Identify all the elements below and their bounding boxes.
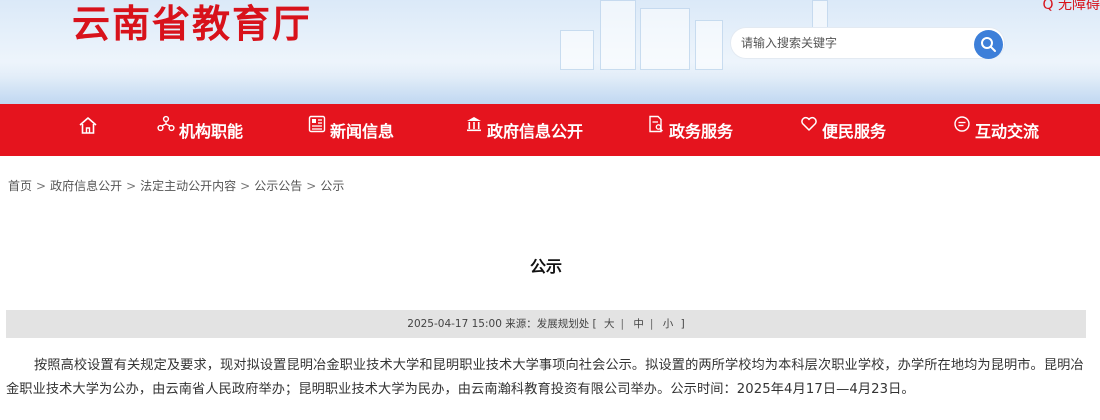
banner-building (695, 20, 723, 70)
main-nav: 机构职能 新闻信息 政府信息公开 政务服务 便民服务 互动交流 (0, 104, 1100, 156)
news-icon (308, 115, 326, 133)
banner-skyline-band (0, 62, 1100, 104)
meta-divider: | (649, 318, 654, 330)
site-title[interactable]: 云南省教育厅 (72, 2, 312, 46)
breadcrumb-separator: > (240, 179, 251, 193)
breadcrumb-separator: > (36, 179, 47, 193)
page-title: 公示 (529, 257, 562, 276)
heart-hands-icon (801, 116, 817, 131)
font-size-large-button[interactable]: 大 (604, 318, 615, 330)
chat-icon (954, 116, 970, 132)
breadcrumb-separator: > (306, 179, 317, 193)
search-button[interactable] (974, 30, 1003, 59)
article-meta-end: ] (680, 318, 685, 330)
nav-item-public-service[interactable]: 便民服务 (800, 104, 886, 156)
banner-building (560, 30, 594, 70)
article-body: 按照高校设置有关规定及要求，现对拟设置昆明冶金职业技术大学和昆明职业技术大学事项… (6, 358, 1084, 397)
nav-label: 互动交流 (975, 122, 1040, 141)
search-icon (981, 37, 996, 52)
meta-divider: | (620, 318, 625, 330)
service-icon (649, 115, 663, 133)
search-input[interactable] (741, 32, 966, 54)
nav-label: 便民服务 (822, 122, 887, 141)
breadcrumb-announcements[interactable]: 公示公告 (254, 179, 302, 193)
nav-label: 机构职能 (179, 122, 244, 141)
gov-building-icon (467, 117, 481, 132)
article-meta-bar: 2025-04-17 15:00 来源：发展规划处 [ 大 | 中 | 小 ] (6, 310, 1086, 338)
org-icon (157, 115, 175, 132)
banner-building (600, 0, 636, 70)
breadcrumb-current: 公示 (320, 179, 345, 193)
nav-label: 政务服务 (669, 122, 734, 141)
breadcrumb-statutory[interactable]: 法定主动公开内容 (140, 179, 236, 193)
font-size-small-button[interactable]: 小 (663, 318, 674, 330)
nav-item-home[interactable] (78, 104, 102, 156)
nav-item-interaction[interactable]: 互动交流 (953, 104, 1039, 156)
nav-item-org[interactable]: 机构职能 (157, 104, 243, 156)
search-box (731, 28, 1004, 58)
nav-item-news[interactable]: 新闻信息 (308, 104, 394, 156)
nav-item-gov-info[interactable]: 政府信息公开 (465, 104, 583, 156)
accessibility-link[interactable]: Q 无障碍 (1043, 0, 1100, 14)
breadcrumb: 首页 > 政府信息公开 > 法定主动公开内容 > 公示公告 > 公示 (8, 177, 344, 194)
breadcrumb-gov-info[interactable]: 政府信息公开 (50, 179, 122, 193)
nav-label: 政府信息公开 (487, 122, 584, 141)
nav-item-gov-service[interactable]: 政务服务 (647, 104, 733, 156)
home-icon (79, 117, 97, 134)
banner-building (640, 8, 690, 70)
breadcrumb-separator: > (126, 179, 137, 193)
breadcrumb-home[interactable]: 首页 (8, 179, 32, 193)
font-size-medium-button[interactable]: 中 (633, 318, 644, 330)
nav-label: 新闻信息 (330, 122, 395, 141)
article-meta: 2025-04-17 15:00 来源：发展规划处 [ (407, 318, 597, 330)
header-banner: 云南省教育厅 Q 无障碍 (0, 0, 1100, 104)
